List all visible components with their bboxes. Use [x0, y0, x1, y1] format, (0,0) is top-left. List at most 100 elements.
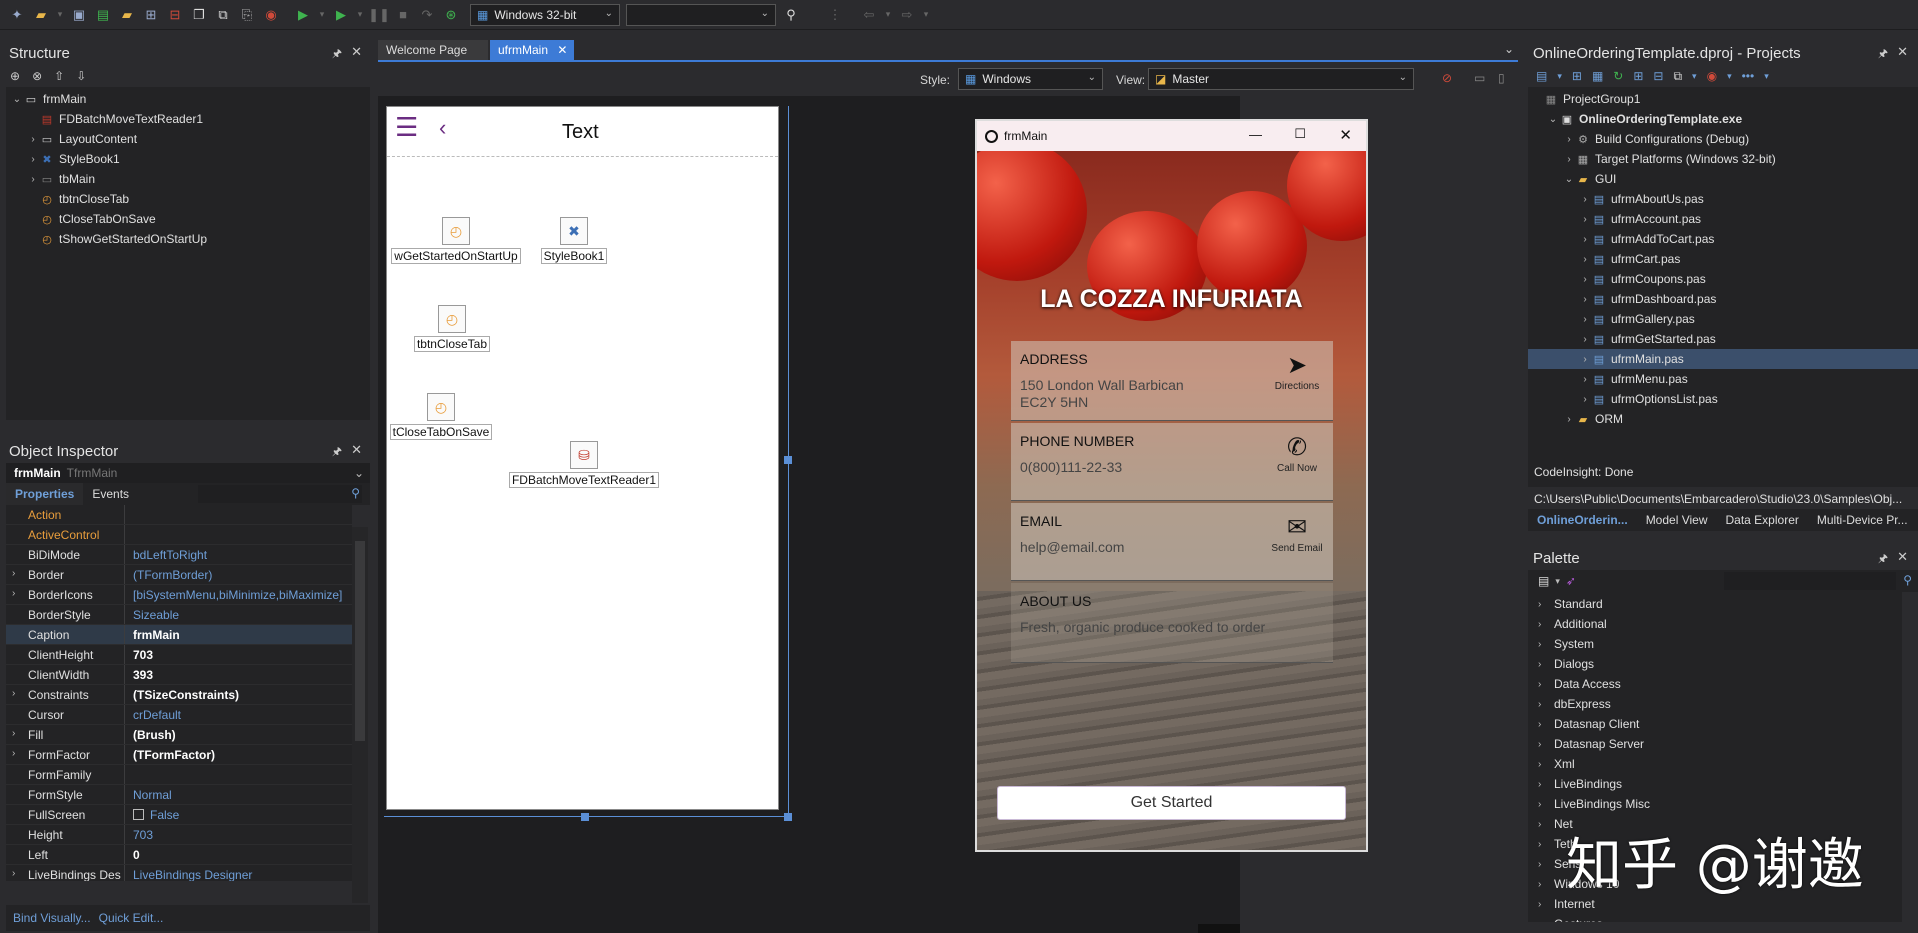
projects-tab[interactable]: Data Explorer — [1717, 513, 1808, 527]
property-value[interactable]: (TSizeConstraints) — [124, 685, 352, 704]
dropdown-icon[interactable]: ▾ — [1692, 71, 1697, 82]
palette-category[interactable]: › Dialogs — [1528, 654, 1902, 674]
expand-icon[interactable]: › — [26, 134, 40, 145]
property-row[interactable]: Cursor crDefault — [6, 705, 352, 725]
project-item[interactable]: › ▤ ufrmAddToCart.pas — [1528, 229, 1918, 249]
config-select[interactable]: ⌄ — [626, 3, 776, 26]
remove-file-icon[interactable]: ⊟ — [166, 6, 184, 24]
expand-icon[interactable]: › — [1538, 639, 1554, 650]
palette-category[interactable]: › dbExpress — [1528, 694, 1902, 714]
expand-icon[interactable]: › — [1578, 374, 1592, 385]
palette-category[interactable]: › Data Access — [1528, 674, 1902, 694]
palette-category[interactable]: › Additional — [1528, 614, 1902, 634]
close-icon[interactable]: ✕ — [1897, 549, 1908, 565]
property-row[interactable]: BiDiMode bdLeftToRight — [6, 545, 352, 565]
property-row[interactable]: › Constraints (TSizeConstraints) — [6, 685, 352, 705]
palette-category[interactable]: › LiveBindings — [1528, 774, 1902, 794]
send-email-button[interactable]: ✉ Send Email — [1267, 513, 1327, 554]
project-item[interactable]: › ▤ ufrmMenu.pas — [1528, 369, 1918, 389]
property-value[interactable]: 703 — [124, 825, 352, 844]
move-up-icon[interactable]: ⇧ — [54, 69, 64, 83]
expand-icon[interactable]: ⊞ — [1633, 69, 1643, 83]
back-arrow-icon[interactable]: ‹ — [439, 115, 446, 141]
expand-icon[interactable]: › — [1538, 919, 1554, 923]
maximize-icon[interactable]: ☐ — [1294, 126, 1306, 142]
expand-icon[interactable]: ⌄ — [1562, 174, 1576, 185]
add-new-project-icon[interactable]: ⊞ — [1572, 69, 1582, 83]
property-row[interactable]: › BorderIcons [biSystemMenu,biMinimize,biM… — [6, 585, 352, 605]
structure-item[interactable]: › ▭ LayoutContent — [6, 129, 370, 149]
expand-icon[interactable]: › — [1562, 154, 1576, 165]
structure-item[interactable]: ⌄ ▭ frmMain — [6, 89, 370, 109]
project-item[interactable]: › ▤ ufrmAccount.pas — [1528, 209, 1918, 229]
property-row[interactable]: FullScreen False — [6, 805, 352, 825]
tab-welcome-page[interactable]: Welcome Page — [378, 40, 488, 60]
stop-icon[interactable]: ■ — [394, 6, 412, 24]
expand-icon[interactable]: › — [1538, 699, 1554, 710]
search-icon[interactable]: ⚲ — [1903, 573, 1912, 587]
property-value[interactable]: (TFormBorder) — [124, 565, 352, 584]
expand-icon[interactable]: › — [1538, 739, 1554, 750]
deploy-icon[interactable]: ⚲ — [782, 6, 800, 24]
call-now-button[interactable]: ✆ Call Now — [1267, 433, 1327, 474]
project-item[interactable]: › ▰ ORM — [1528, 409, 1918, 429]
structure-item[interactable]: ◴ tCloseTabOnSave — [6, 209, 370, 229]
object-selector[interactable]: frmMain TfrmMain ⌄ — [6, 463, 370, 483]
property-row[interactable]: BorderStyle Sizeable — [6, 605, 352, 625]
dropdown-icon[interactable]: ▾ — [56, 6, 64, 24]
tab-events[interactable]: Events — [83, 487, 138, 501]
expand-icon[interactable]: › — [26, 154, 40, 165]
fullscreen-checkbox[interactable] — [133, 809, 144, 820]
property-row[interactable]: Height 703 — [6, 825, 352, 845]
expand-icon[interactable]: › — [1578, 334, 1592, 345]
close-icon[interactable]: ✕ — [351, 442, 362, 458]
cursor-icon[interactable]: ➶ — [1566, 574, 1576, 588]
expand-icon[interactable]: › — [1538, 819, 1554, 830]
address-card[interactable]: ADDRESS 150 London Wall Barbican EC2Y 5H… — [1011, 341, 1333, 421]
project-item[interactable]: › ⚙ Build Configurations (Debug) — [1528, 129, 1918, 149]
property-value[interactable] — [124, 765, 352, 784]
resize-handle[interactable] — [581, 813, 589, 821]
email-card[interactable]: EMAIL help@email.com ✉ Send Email — [1011, 503, 1333, 581]
expand-icon[interactable]: › — [12, 868, 15, 879]
hamburger-menu-icon[interactable]: ☰ — [395, 114, 418, 140]
step-into-icon[interactable]: ⊛ — [442, 6, 460, 24]
palette-category[interactable]: › Standard — [1528, 594, 1902, 614]
expand-icon[interactable]: › — [1538, 899, 1554, 910]
expand-icon[interactable]: › — [1538, 859, 1554, 870]
expand-icon[interactable]: › — [1578, 234, 1592, 245]
forward-icon[interactable]: ⇨ — [898, 6, 916, 24]
expand-icon[interactable]: › — [1578, 194, 1592, 205]
open-icon[interactable]: ▰ — [32, 6, 50, 24]
expand-icon[interactable]: › — [1578, 214, 1592, 225]
property-value[interactable]: (Brush) — [124, 725, 352, 744]
dropdown-icon[interactable]: ▾ — [1727, 71, 1732, 82]
close-icon[interactable]: ✕ — [1897, 44, 1908, 60]
directions-button[interactable]: ➤ Directions — [1267, 351, 1327, 392]
project-item[interactable]: › ▤ ufrmMain.pas — [1528, 349, 1918, 369]
more-icon[interactable]: ••• — [1742, 69, 1755, 83]
property-value[interactable]: 0 — [124, 845, 352, 864]
project-item[interactable]: › ▤ ufrmCoupons.pas — [1528, 269, 1918, 289]
structure-item[interactable]: ◴ tbtnCloseTab — [6, 189, 370, 209]
pin-icon[interactable]: 🖈 — [332, 443, 342, 462]
dropdown-icon[interactable]: ▾ — [1557, 71, 1562, 82]
palette-category[interactable]: › System — [1528, 634, 1902, 654]
new-icon[interactable]: ✦ — [8, 6, 26, 24]
property-row[interactable]: › LiveBindings Des LiveBindings Designer — [6, 865, 352, 881]
property-row[interactable]: ClientWidth 393 — [6, 665, 352, 685]
projects-tab[interactable]: Model View — [1637, 513, 1717, 527]
view-select[interactable]: ◪ Master ⌄ — [1148, 68, 1414, 90]
structure-item[interactable]: ◴ tShowGetStartedOnStartUp — [6, 229, 370, 249]
component-tclosetabonsave[interactable]: ◴ tCloseTabOnSave — [387, 393, 495, 440]
tabs-dropdown-icon[interactable]: ⌄ — [1504, 42, 1514, 56]
project-item[interactable]: ▦ ProjectGroup1 — [1528, 89, 1918, 109]
property-value[interactable] — [124, 505, 352, 524]
palette-category-icon[interactable]: ▤ — [1538, 574, 1549, 588]
property-value[interactable]: 393 — [124, 665, 352, 684]
expand-icon[interactable]: ⌄ — [1546, 114, 1560, 125]
expand-icon[interactable]: › — [1538, 879, 1554, 890]
expand-icon[interactable]: › — [1578, 254, 1592, 265]
forward-dropdown-icon[interactable]: ▾ — [922, 6, 930, 24]
property-row[interactable]: › Border (TFormBorder) — [6, 565, 352, 585]
